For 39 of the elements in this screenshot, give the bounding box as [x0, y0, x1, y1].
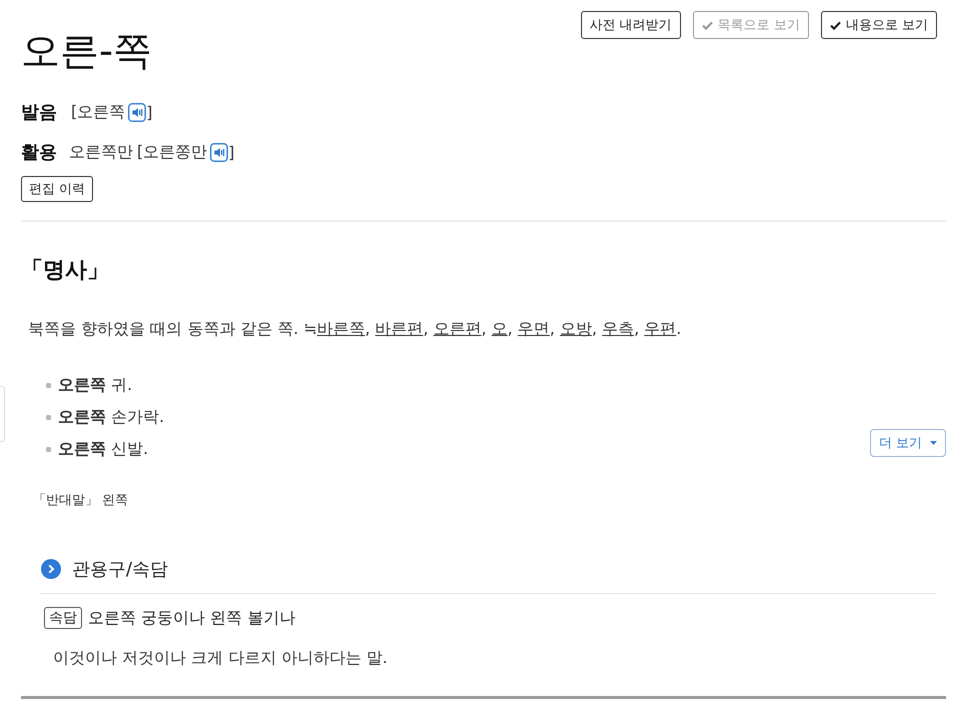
- synonym-link[interactable]: 우면: [518, 319, 550, 338]
- bullet-icon: [46, 414, 51, 420]
- conjugation-form: 오른쪽만: [69, 142, 133, 162]
- proverb-tag: 속담: [44, 607, 82, 629]
- proverb-text: 오른쪽 궁둥이나 왼쪽 볼기나: [88, 608, 296, 628]
- edit-history-button[interactable]: 편집 이력: [21, 176, 94, 202]
- more-button[interactable]: 더 보기: [870, 429, 946, 457]
- antonym-text: 「반대말」 왼쪽: [32, 492, 130, 510]
- pronunciation-text: [오른쪽: [71, 102, 126, 122]
- speaker-icon[interactable]: [210, 142, 228, 162]
- pronunciation-label: 발음: [21, 101, 57, 124]
- definition-text: 북쪽을 향하였을 때의 동쪽과 같은 쪽. ≒바른쪽, 바른편, 오른편, 오, 우면, 오방, 우측, 우편.: [27, 318, 682, 340]
- download-button[interactable]: 사전 내려받기: [580, 11, 681, 39]
- synonym-link[interactable]: 오: [492, 319, 508, 338]
- conjugation-label: 활용: [21, 141, 57, 164]
- bullet-icon: [46, 446, 51, 452]
- example-text: 오른쪽 귀.: [58, 374, 132, 396]
- chevron-circle-icon: [41, 559, 61, 579]
- caret-icon: [930, 441, 937, 445]
- idioms-heading: 관용구/속담: [72, 558, 168, 581]
- synonym-link[interactable]: 바른편: [375, 319, 424, 338]
- bracket-text: ]: [228, 142, 234, 162]
- synonym-link[interactable]: 우측: [602, 319, 634, 338]
- example-text: 오른쪽 손가락.: [58, 406, 164, 428]
- check-icon: [830, 20, 841, 30]
- check-icon: [702, 20, 713, 30]
- example-text: 오른쪽 신발.: [58, 438, 148, 460]
- synonym-link[interactable]: 우편: [644, 319, 676, 338]
- part-of-speech-heading: 「명사」: [21, 257, 110, 285]
- bullet-icon: [46, 382, 51, 388]
- view-mode-button[interactable]: 내용으로 보기: [820, 11, 937, 39]
- synonym-link[interactable]: 바른쪽: [317, 319, 366, 338]
- proverb-meaning: 이것이나 저것이나 크게 다르지 아니하다는 말.: [52, 647, 389, 669]
- headword-title: 오른-쪽: [21, 28, 154, 76]
- conjugation-pronunciation: [오른쫑만: [137, 142, 208, 162]
- speaker-icon[interactable]: [128, 102, 146, 122]
- bracket-text: ]: [146, 102, 152, 122]
- synonym-link[interactable]: 오방: [560, 319, 592, 338]
- synonym-link[interactable]: 오른편: [433, 319, 482, 338]
